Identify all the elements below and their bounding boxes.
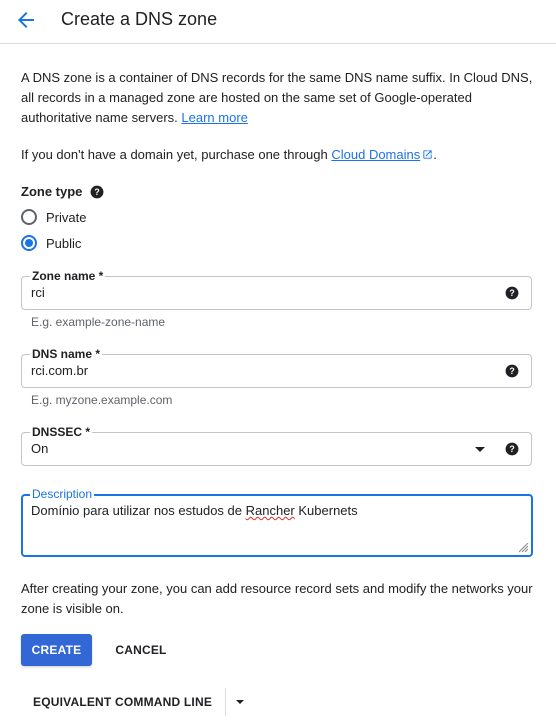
radio-public[interactable]: Public: [21, 235, 81, 251]
svg-text:?: ?: [95, 187, 100, 197]
domains-paragraph: If you don't have a domain yet, purchase…: [21, 145, 437, 165]
intro-paragraph: A DNS zone is a container of DNS records…: [21, 68, 541, 128]
dns-name-value[interactable]: rci.com.br: [31, 363, 88, 379]
zone-name-help-icon[interactable]: ?: [505, 286, 519, 300]
button-divider: [225, 688, 227, 716]
radio-public-label: Public: [46, 235, 82, 251]
resize-handle-icon[interactable]: [519, 543, 529, 553]
svg-text:?: ?: [509, 288, 514, 298]
arrow-back-icon[interactable]: [14, 8, 38, 32]
radio-private-control[interactable]: [21, 209, 37, 225]
command-line-label: EQUIVALENT COMMAND LINE: [33, 695, 213, 709]
cloud-domains-link[interactable]: Cloud Domains: [331, 147, 420, 162]
dns-name-label: DNS name *: [30, 347, 103, 361]
description-text-end: Kubernets: [294, 503, 358, 518]
page-title: Create a DNS zone: [61, 9, 218, 29]
description-label: Description: [30, 487, 95, 501]
zone-name-hint: E.g. example-zone-name: [31, 315, 166, 329]
radio-public-control[interactable]: [21, 235, 37, 251]
dns-name-help-icon[interactable]: ?: [505, 364, 519, 378]
zone-type-heading: Zone type ?: [21, 182, 104, 202]
learn-more-link[interactable]: Learn more: [181, 110, 247, 125]
zone-name-field[interactable]: Zone name * rci ?: [21, 269, 532, 310]
svg-text:?: ?: [509, 366, 514, 376]
domains-suffix: .: [433, 147, 437, 162]
zone-name-label: Zone name *: [30, 269, 106, 283]
after-create-note: After creating your zone, you can add re…: [21, 581, 533, 616]
intro-text: A DNS zone is a container of DNS records…: [21, 70, 533, 125]
zone-type-label: Zone type: [21, 184, 83, 199]
chevron-down-icon[interactable]: [475, 447, 485, 452]
help-icon[interactable]: ?: [90, 185, 104, 199]
dnssec-label: DNSSEC *: [30, 425, 93, 439]
page-header: Create a DNS zone: [0, 0, 556, 44]
dnssec-help-icon[interactable]: ?: [505, 442, 519, 456]
dns-name-field[interactable]: DNS name * rci.com.br ?: [21, 347, 532, 388]
radio-private-label: Private: [46, 209, 87, 225]
dns-name-hint: E.g. myzone.example.com: [31, 393, 173, 407]
description-text-start: Domínio para utilizar nos estudos de: [31, 503, 246, 518]
svg-text:?: ?: [509, 444, 514, 454]
description-misspelled-word: Rancher: [245, 503, 295, 518]
dnssec-select[interactable]: DNSSEC * On ?: [21, 425, 532, 466]
radio-private[interactable]: Private: [21, 209, 86, 225]
dnssec-value[interactable]: On: [31, 441, 48, 457]
domains-text: If you don't have a domain yet, purchase…: [21, 147, 332, 162]
equivalent-command-line-button[interactable]: EQUIVALENT COMMAND LINE: [21, 686, 245, 718]
description-textarea[interactable]: Description Domínio para utilizar nos es…: [21, 487, 533, 557]
cancel-button[interactable]: CANCEL: [106, 634, 176, 666]
open-in-new-icon: [423, 150, 432, 159]
chevron-down-icon[interactable]: [236, 700, 245, 704]
zone-name-value[interactable]: rci: [31, 285, 45, 301]
description-value[interactable]: Domínio para utilizar nos estudos de Ran…: [31, 503, 358, 519]
create-button[interactable]: CREATE: [21, 634, 92, 666]
